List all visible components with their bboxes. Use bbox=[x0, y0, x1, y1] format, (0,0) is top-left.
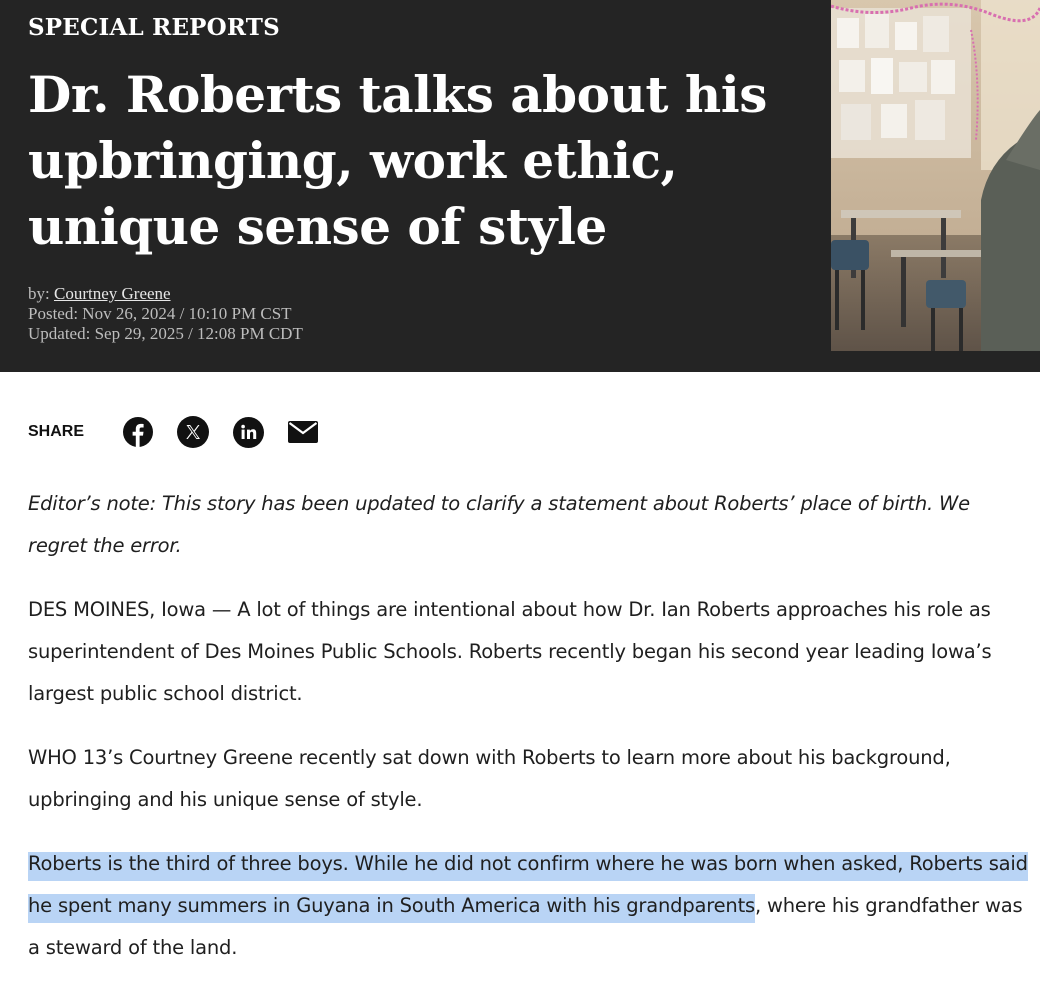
article-paragraph-highlighted: Roberts is the third of three boys. Whil… bbox=[28, 843, 1028, 969]
article-body: Editor’s note: This story has been updat… bbox=[28, 483, 1028, 986]
updated-timestamp: Updated: Sep 29, 2025 / 12:08 PM CDT bbox=[28, 324, 303, 343]
author-link[interactable]: Courtney Greene bbox=[54, 284, 171, 303]
article-paragraph: WHO 13’s Courtney Greene recently sat do… bbox=[28, 746, 951, 811]
share-label: SHARE bbox=[28, 423, 85, 440]
classroom-scene-image bbox=[831, 0, 1040, 351]
x-share-button[interactable] bbox=[177, 416, 209, 448]
linkedin-share-button[interactable] bbox=[232, 416, 264, 448]
posted-timestamp: Posted: Nov 26, 2024 / 10:10 PM CST bbox=[28, 304, 292, 323]
article-header: SPECIAL REPORTS Dr. Roberts talks about … bbox=[0, 0, 1040, 372]
linkedin-icon bbox=[232, 416, 264, 448]
x-icon bbox=[177, 416, 209, 448]
email-icon bbox=[288, 421, 318, 443]
article-paragraph: DES MOINES, Iowa — A lot of things are i… bbox=[28, 598, 992, 705]
byline: by: Courtney Greene Posted: Nov 26, 2024… bbox=[28, 284, 303, 344]
byline-prefix: by: bbox=[28, 284, 54, 303]
article-photo bbox=[831, 0, 1040, 351]
author-line: by: Courtney Greene bbox=[28, 284, 303, 304]
facebook-share-button[interactable] bbox=[122, 416, 154, 448]
article-headline: Dr. Roberts talks about his upbringing, … bbox=[28, 65, 767, 256]
section-kicker[interactable]: SPECIAL REPORTS bbox=[28, 14, 280, 41]
share-bar: SHARE bbox=[28, 412, 342, 452]
email-share-button[interactable] bbox=[287, 416, 319, 448]
facebook-icon bbox=[123, 417, 153, 447]
editor-note: Editor’s note: This story has been updat… bbox=[28, 492, 970, 557]
